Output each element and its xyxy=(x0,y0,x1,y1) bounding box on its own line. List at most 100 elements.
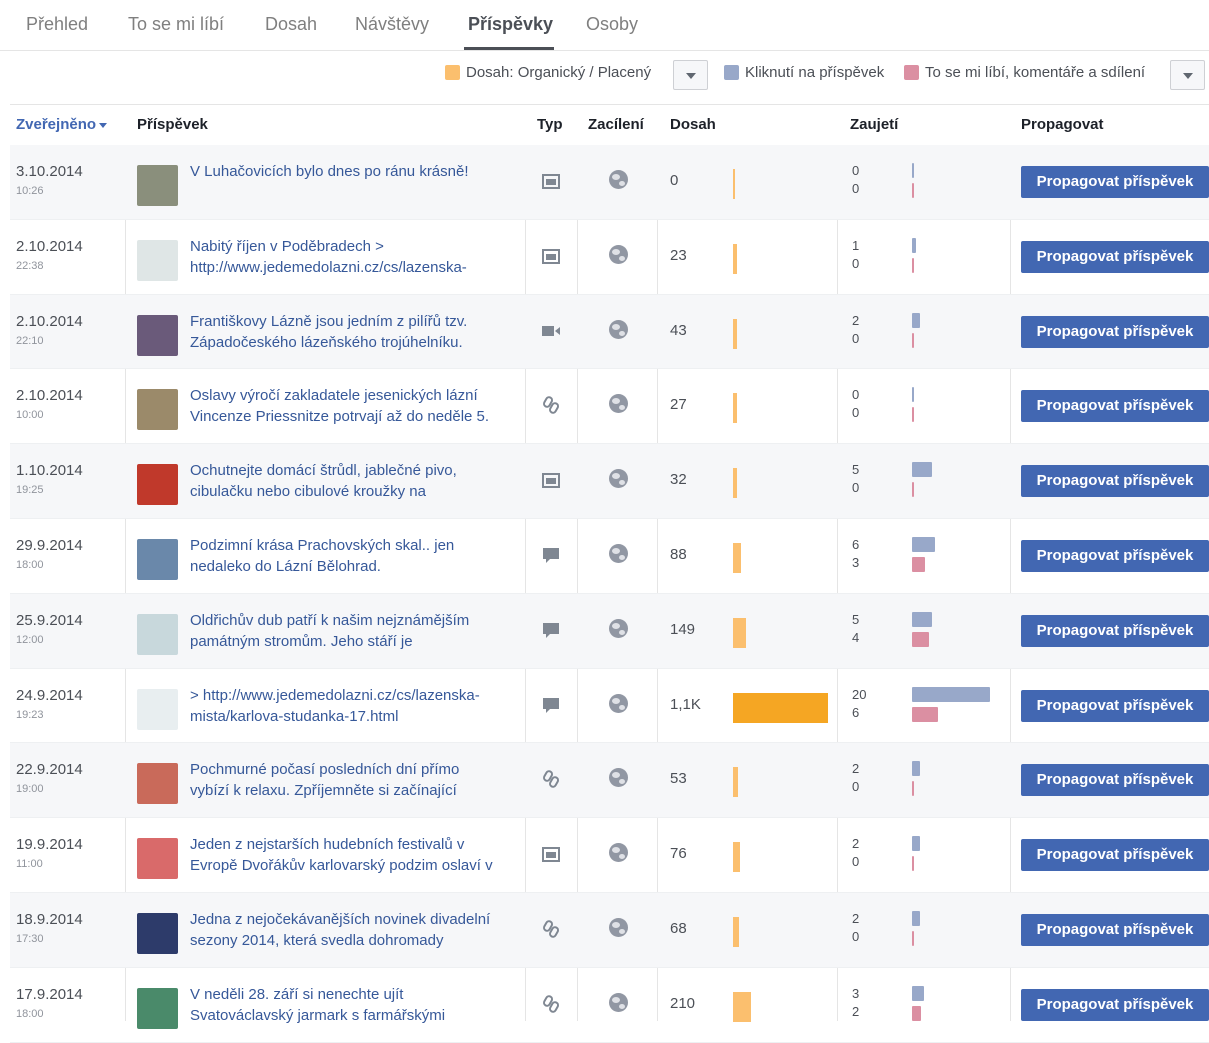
post-link[interactable]: > http://www.jedemedolazni.cz/cs/lazensk… xyxy=(190,685,520,727)
post-text-line: nedaleko do Lázní Bělohrad. xyxy=(190,557,381,575)
chart-legend: Dosah: Organický / Placený Kliknutí na p… xyxy=(0,51,1209,103)
tab-visits[interactable]: Návštěvy xyxy=(355,14,429,35)
tab-people[interactable]: Osoby xyxy=(586,14,638,35)
page-tabs: Přehled To se mi líbí Dosah Návštěvy Pří… xyxy=(0,0,1209,51)
likes-bar xyxy=(912,556,925,572)
promote-post-button[interactable]: Propagovat příspěvek xyxy=(1021,166,1209,198)
likes-value: 0 xyxy=(852,928,860,944)
chevron-down-icon xyxy=(686,73,696,79)
post-thumbnail[interactable] xyxy=(137,987,178,1029)
reach-bar xyxy=(733,393,737,424)
likes-value: 0 xyxy=(852,181,860,196)
reach-value: 149 xyxy=(670,620,696,638)
reach-bar xyxy=(733,318,737,349)
table-row: 1.10.2014 19:25 Ochutnejte domácí štrůdl, … xyxy=(10,444,1209,519)
promote-post-button[interactable]: Propagovat příspěvek xyxy=(1021,240,1209,273)
globe-icon xyxy=(609,394,628,414)
reach-bar xyxy=(733,617,746,648)
targeting-header: Zacílení xyxy=(588,116,644,133)
likes-value: 0 xyxy=(852,405,860,421)
post-text-line: Západočeského lázeňského trojúhelníku. xyxy=(190,333,463,351)
video-icon xyxy=(541,321,561,341)
promote-post-button[interactable]: Propagovat příspěvek xyxy=(1021,689,1209,722)
post-thumbnail[interactable] xyxy=(137,389,178,431)
globe-icon xyxy=(609,469,628,489)
promote-post-button[interactable]: Propagovat příspěvek xyxy=(1021,539,1209,572)
post-time: 18:00 xyxy=(16,1007,44,1020)
post-time: 22:10 xyxy=(16,334,44,347)
clicks-value: 5 xyxy=(852,462,860,478)
likes-bar xyxy=(912,781,914,797)
photo-icon xyxy=(541,844,561,864)
post-link[interactable]: Podzimní krása Prachovských skal.. jen ne… xyxy=(190,535,520,577)
post-text-line: Svatováclavský jarmark s farmářskými xyxy=(190,1006,446,1024)
post-link[interactable]: Pochmurné počasí posledních dní přímo vyb… xyxy=(190,759,520,801)
likes-value: 2 xyxy=(852,1003,860,1019)
post-thumbnail[interactable] xyxy=(137,464,178,506)
promote-post-button[interactable]: Propagovat příspěvek xyxy=(1021,764,1209,797)
post-thumbnail[interactable] xyxy=(137,314,178,356)
likes-bar xyxy=(912,482,914,498)
globe-icon xyxy=(609,319,628,339)
promote-post-button[interactable]: Propagovat příspěvek xyxy=(1021,913,1209,946)
reach-value: 76 xyxy=(670,845,687,863)
tab-posts[interactable]: Příspěvky xyxy=(468,14,553,35)
post-text-line: cibulačku nebo cibulové kroužky na xyxy=(190,483,426,501)
post-link[interactable]: Oldřichův dub patří k našim nejznámějším… xyxy=(190,610,520,652)
reach-header: Dosah xyxy=(670,116,716,133)
tab-likes[interactable]: To se mi líbí xyxy=(128,14,224,35)
post-link[interactable]: Jeden z nejstarších hudebních festivalů … xyxy=(190,834,520,876)
post-text-line: Jedna z nejočekávanějších novinek divade… xyxy=(190,910,491,928)
clicks-bar xyxy=(912,163,914,178)
post-link[interactable]: Jedna z nejočekávanějších novinek divade… xyxy=(190,909,520,951)
post-time: 22:38 xyxy=(16,259,44,272)
reach-metric-dropdown[interactable] xyxy=(673,60,708,90)
likes-value: 0 xyxy=(852,330,860,346)
post-thumbnail[interactable] xyxy=(137,912,178,954)
post-thumbnail[interactable] xyxy=(137,538,178,580)
promote-post-button[interactable]: Propagovat příspěvek xyxy=(1021,315,1209,348)
globe-icon xyxy=(609,843,628,863)
legend-clicks-label: Kliknutí na příspěvek xyxy=(745,64,885,81)
post-thumbnail[interactable] xyxy=(137,763,178,805)
published-sort-header[interactable]: Zveřejněno xyxy=(16,116,108,133)
post-thumbnail[interactable] xyxy=(137,165,178,206)
engagement-metric-dropdown[interactable] xyxy=(1170,60,1205,90)
post-thumbnail[interactable] xyxy=(137,613,178,655)
post-text-line: Jeden z nejstarších hudebních festivalů … xyxy=(190,836,465,854)
post-thumbnail[interactable] xyxy=(137,688,178,730)
likes-bar xyxy=(912,1005,921,1021)
promote-post-button[interactable]: Propagovat příspěvek xyxy=(1021,390,1209,423)
clicks-bar xyxy=(912,387,914,403)
globe-icon xyxy=(609,170,628,189)
post-link[interactable]: Nabitý říjen v Poděbradech > http://www.j… xyxy=(190,236,520,278)
post-date: 17.9.2014 xyxy=(16,985,83,1003)
likes-value: 0 xyxy=(852,255,860,271)
post-link[interactable]: V Luhačovicích bylo dnes po ránu krásně! xyxy=(190,161,520,182)
promote-post-button[interactable]: Propagovat příspěvek xyxy=(1021,988,1209,1021)
promote-post-button[interactable]: Propagovat příspěvek xyxy=(1021,614,1209,647)
likes-bar xyxy=(912,631,930,647)
photo-icon xyxy=(541,171,561,191)
promote-post-button[interactable]: Propagovat příspěvek xyxy=(1021,465,1209,498)
post-link[interactable]: Františkovy Lázně jsou jedním z pilířů t… xyxy=(190,311,520,353)
reach-value: 27 xyxy=(670,396,687,414)
likes-bar xyxy=(912,706,938,722)
tab-reach[interactable]: Dosah xyxy=(265,14,317,35)
reach-value: 1,1K xyxy=(670,695,701,713)
globe-icon xyxy=(609,917,628,937)
post-text-line: sezony 2014, která svedla dohromady xyxy=(190,931,444,949)
reach-value: 88 xyxy=(670,545,687,563)
reach-value: 68 xyxy=(670,919,687,937)
post-thumbnail[interactable] xyxy=(137,838,178,880)
promote-post-button[interactable]: Propagovat příspěvek xyxy=(1021,839,1209,872)
post-link[interactable]: V neděli 28. září si nenechte ujít Svatov… xyxy=(190,984,520,1026)
likes-value: 4 xyxy=(852,629,860,645)
photo-icon xyxy=(541,246,561,266)
tab-overview[interactable]: Přehled xyxy=(26,14,88,35)
post-link[interactable]: Ochutnejte domácí štrůdl, jablečné pivo,… xyxy=(190,460,520,502)
reach-value: 23 xyxy=(670,246,687,264)
reach-bar xyxy=(733,243,737,274)
post-thumbnail[interactable] xyxy=(137,239,178,281)
post-link[interactable]: Oslavy výročí zakladatele jesenických lá… xyxy=(190,385,520,427)
